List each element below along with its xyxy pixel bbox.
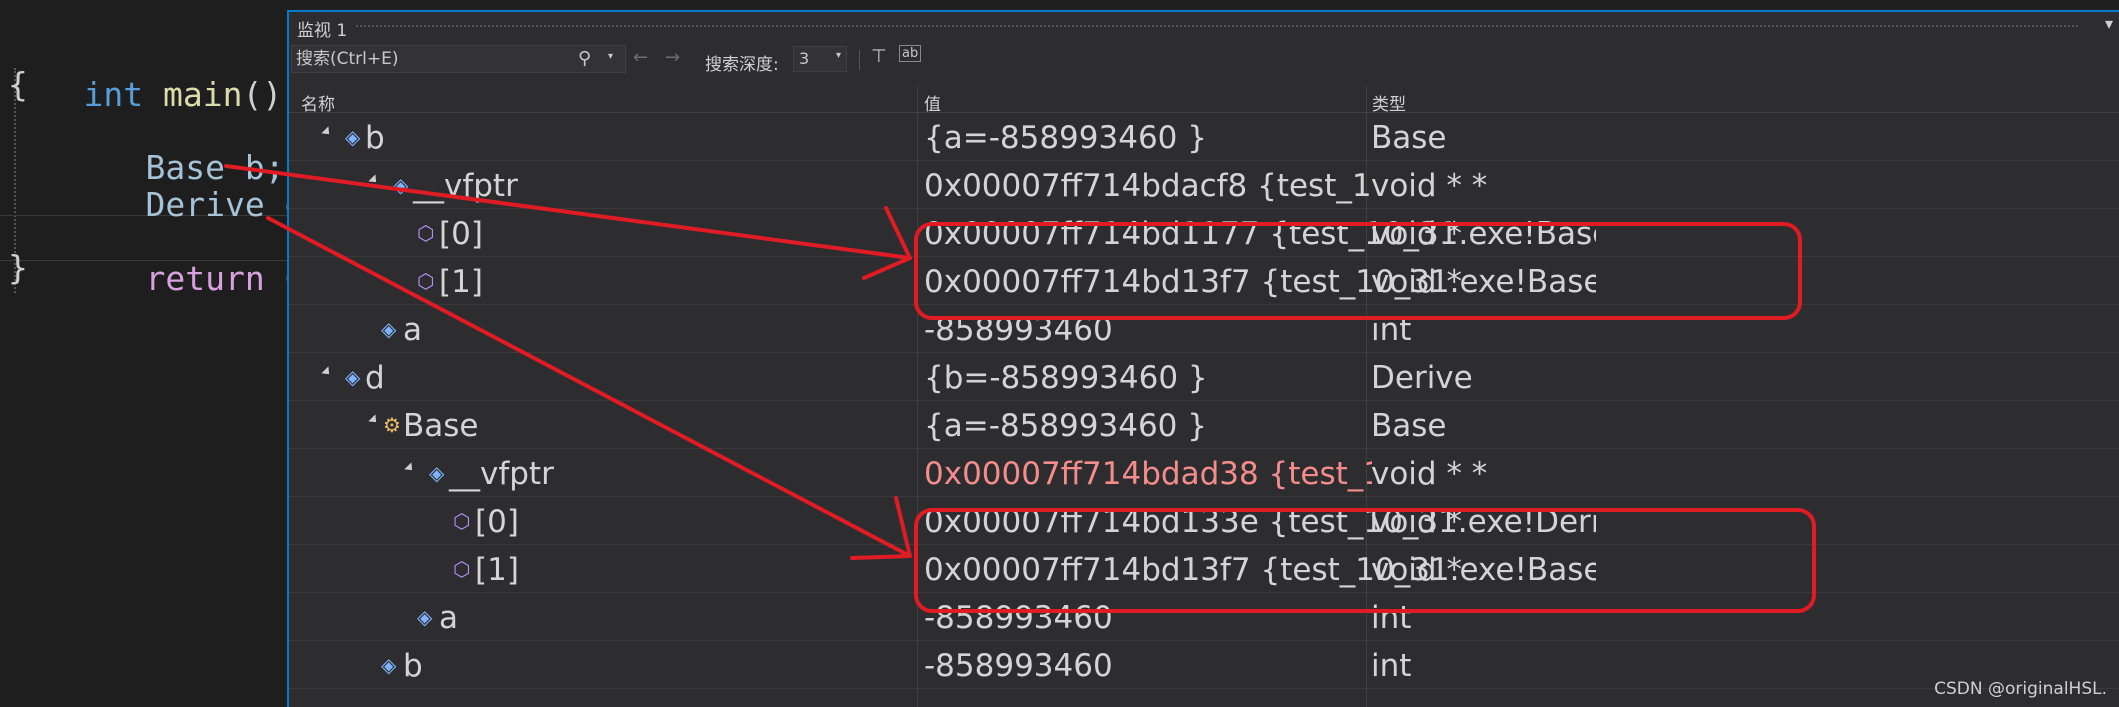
row-name: a: [439, 600, 458, 636]
row-type: void *: [1371, 264, 1462, 300]
row-name: [1]: [475, 552, 519, 588]
private-field-icon: ◈: [381, 653, 397, 677]
row-type: Base: [1371, 408, 1447, 444]
search-depth-value: 3: [799, 49, 810, 68]
column-type[interactable]: 类型: [1372, 90, 1406, 115]
search-options-chevron-icon[interactable]: ▾: [608, 51, 613, 62]
row-name: Base: [403, 408, 479, 444]
row-name: __vfptr: [449, 456, 554, 492]
pointer-field-icon: ◈: [393, 173, 409, 197]
keyword-return: return: [145, 259, 265, 298]
table-row[interactable]: ◈ a -858993460 int: [289, 593, 2119, 641]
expand-arrow-icon[interactable]: [404, 462, 416, 474]
chevron-down-icon: ▾: [835, 50, 841, 61]
table-row[interactable]: ◈ b -858993460 int: [289, 641, 2119, 689]
row-name: b: [403, 648, 423, 684]
code-line-6[interactable]: return 0;: [66, 210, 324, 298]
search-previous-icon[interactable]: ←: [633, 47, 648, 68]
row-type: Derive: [1371, 360, 1473, 396]
table-row[interactable]: ◈ __vfptr 0x00007ff714bdacf8 {test_10_31…: [289, 161, 2119, 209]
table-row[interactable]: ◈ d {b=-858993460 } Derive: [289, 353, 2119, 401]
element-icon: ⬡: [453, 557, 471, 581]
pointer-field-icon: ◈: [429, 461, 445, 485]
expand-arrow-icon[interactable]: [368, 174, 380, 186]
pin-icon[interactable]: ⊤: [871, 46, 887, 67]
column-header: 名称 值 类型: [289, 86, 2119, 115]
search-box[interactable]: ⚲ ▾: [291, 45, 626, 73]
search-depth-label: 搜索深度:: [705, 55, 779, 75]
row-name: [0]: [475, 504, 519, 540]
row-type: int: [1371, 312, 1412, 348]
row-name: [0]: [439, 216, 483, 252]
row-name: __vfptr: [413, 168, 518, 204]
watermark: CSDN @originalHSL.: [1934, 679, 2107, 699]
watch-toolbar: ⚲ ▾ ← → 搜索深度: 3 ▾ ⊤ ab: [289, 42, 2119, 78]
expand-arrow-icon[interactable]: [321, 366, 333, 378]
row-name: b: [365, 120, 385, 156]
code-line-1[interactable]: int main(): [4, 26, 282, 114]
object-icon: ◈: [345, 365, 361, 389]
row-type: void * *: [1371, 456, 1488, 492]
table-row[interactable]: ⬡ [1] 0x00007ff714bd13f7 {test_10_31.exe…: [289, 545, 2119, 593]
element-icon: ⬡: [417, 269, 435, 293]
search-icon[interactable]: ⚲: [578, 48, 591, 69]
row-value[interactable]: 0x00007ff714bd13f7 {test_10_31.exe!Base:…: [924, 552, 1596, 588]
private-field-icon: ◈: [417, 605, 433, 629]
row-value[interactable]: 0x00007ff714bd133e {test_10_31.exe!Deriv…: [924, 504, 1596, 540]
code-line-2[interactable]: {: [8, 62, 28, 108]
row-type: int: [1371, 600, 1412, 636]
row-value[interactable]: 0x00007ff714bdad38 {test_10_31.exe!void(…: [924, 456, 1372, 492]
table-row[interactable]: ◈ a -858993460 int: [289, 305, 2119, 353]
table-row[interactable]: ⬡ [0] 0x00007ff714bd133e {test_10_31.exe…: [289, 497, 2119, 545]
watch-title: 监视 1: [297, 21, 348, 41]
row-value[interactable]: {a=-858993460 }: [924, 408, 1596, 444]
row-name: a: [403, 312, 422, 348]
expand-arrow-icon[interactable]: [368, 414, 380, 426]
row-type: void * *: [1371, 168, 1488, 204]
row-type: Base: [1371, 120, 1447, 156]
object-icon: ◈: [345, 125, 361, 149]
row-type: int: [1371, 648, 1412, 684]
table-row[interactable]: ◈ __vfptr 0x00007ff714bdad38 {test_10_31…: [289, 449, 2119, 497]
row-value[interactable]: {a=-858993460 }: [924, 120, 1596, 156]
element-icon: ⬡: [453, 509, 471, 533]
row-value[interactable]: -858993460: [924, 312, 1596, 348]
row-value[interactable]: {b=-858993460 }: [924, 360, 1596, 396]
row-type: void *: [1371, 216, 1462, 252]
table-row[interactable]: ⬡ [0] 0x00007ff714bd1177 {test_10_31.exe…: [289, 209, 2119, 257]
row-value[interactable]: -858993460: [924, 648, 1596, 684]
element-icon: ⬡: [417, 221, 435, 245]
table-row[interactable]: ⬡ [1] 0x00007ff714bd13f7 {test_10_31.exe…: [289, 257, 2119, 305]
private-field-icon: ◈: [381, 317, 397, 341]
search-input[interactable]: [296, 46, 566, 72]
code-line-4[interactable]: Derive d;: [66, 136, 324, 224]
window-menu-icon[interactable]: ▾: [2105, 14, 2113, 33]
row-value[interactable]: 0x00007ff714bd13f7 {test_10_31.exe!Base:…: [924, 264, 1596, 300]
expand-arrow-icon[interactable]: [321, 126, 333, 138]
search-depth-select[interactable]: 3 ▾: [793, 46, 847, 72]
search-next-icon[interactable]: →: [665, 47, 680, 68]
view-hex-icon[interactable]: ab: [899, 45, 922, 62]
row-name: [1]: [439, 264, 483, 300]
code-line-7[interactable]: }: [8, 245, 28, 291]
base-class-icon: ⚙: [383, 413, 401, 437]
row-value[interactable]: -858993460: [924, 600, 1596, 636]
watch-title-bar[interactable]: 监视 1 ▾: [289, 12, 2119, 41]
table-row[interactable]: ◈ b {a=-858993460 } Base: [289, 113, 2119, 161]
row-type: void *: [1371, 552, 1462, 588]
row-value[interactable]: 0x00007ff714bdacf8 {test_10_31.exe!void(…: [924, 168, 1372, 204]
table-row[interactable]: ⚙ Base {a=-858993460 } Base: [289, 401, 2119, 449]
column-name[interactable]: 名称: [301, 90, 335, 115]
toolbar-divider: [859, 50, 860, 70]
row-value[interactable]: 0x00007ff714bd1177 {test_10_31.exe!Base:…: [924, 216, 1596, 252]
watch-window: 监视 1 ▾ ⚲ ▾ ← → 搜索深度: 3 ▾ ⊤ ab 名称 值 类型 ◈ …: [287, 10, 2119, 707]
code-editor[interactable]: int main() { Base b; Derive d; return 0;…: [0, 0, 324, 707]
drag-grip[interactable]: [355, 24, 2079, 29]
row-name: d: [365, 360, 385, 396]
column-value[interactable]: 值: [924, 90, 941, 115]
row-type: void *: [1371, 504, 1462, 540]
